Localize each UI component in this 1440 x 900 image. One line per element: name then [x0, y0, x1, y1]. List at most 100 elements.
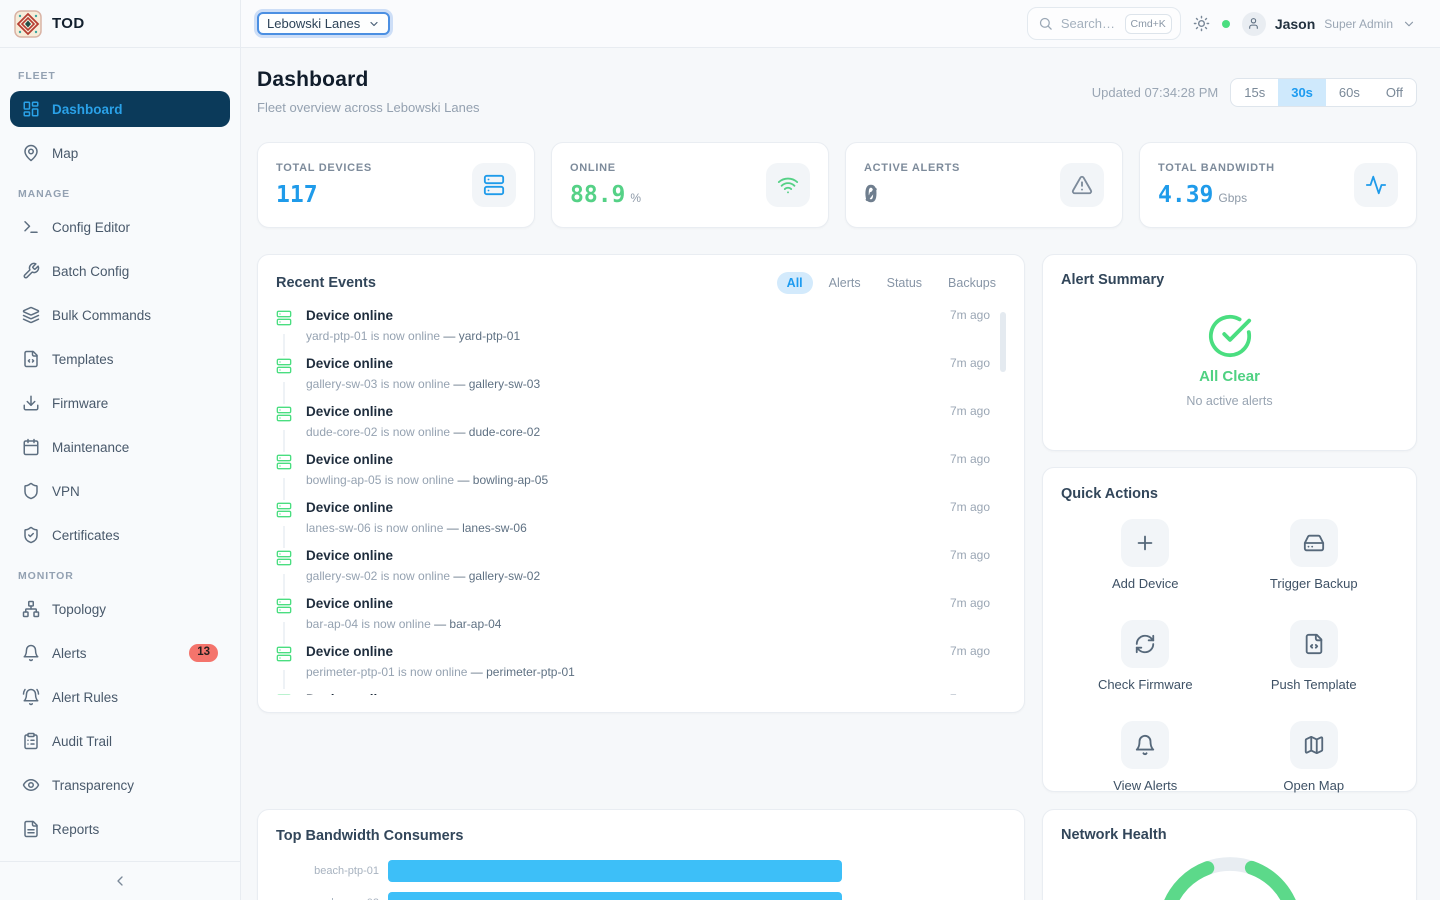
- event-list-item[interactable]: Device online gallery-sw-02 is now onlin…: [276, 548, 1006, 596]
- event-description: bar-ap-04 is now online: [306, 617, 431, 631]
- bandwidth-consumers-card: Top Bandwidth Consumers beach-ptp-01 bar…: [257, 809, 1025, 900]
- brand: TOD: [0, 0, 240, 48]
- view-alerts-button[interactable]: View Alerts: [1061, 721, 1230, 793]
- interval-15s-button[interactable]: 15s: [1231, 79, 1278, 106]
- bandwidth-bar: [388, 892, 842, 900]
- event-list-item[interactable]: Device online yard-ptp-01 is now online …: [276, 308, 1006, 356]
- alert-status-text: All Clear: [1199, 368, 1260, 385]
- event-list-item[interactable]: Device online dude-core-02 is now online…: [276, 404, 1006, 452]
- file-code-icon: [22, 350, 40, 368]
- sidebar-collapse-button[interactable]: [0, 861, 240, 900]
- tab-status[interactable]: Status: [877, 272, 932, 294]
- device-server-icon: [276, 500, 292, 526]
- sidebar-item-label: Reports: [52, 822, 99, 837]
- sidebar-item-dashboard[interactable]: Dashboard: [10, 91, 230, 127]
- event-time: 7m ago: [950, 644, 990, 692]
- search-input[interactable]: Search… Cmd+K: [1027, 7, 1181, 40]
- stat-value: 117: [276, 182, 318, 208]
- event-list-item[interactable]: Device online bar-ap-04 is now online — …: [276, 596, 1006, 644]
- shield-check-icon: [22, 526, 40, 544]
- event-list-item[interactable]: Device online lanes-sw-06 is now online …: [276, 500, 1006, 548]
- interval-off-button[interactable]: Off: [1373, 79, 1416, 106]
- sidebar-item-config-editor[interactable]: Config Editor: [10, 209, 230, 245]
- event-title: Device online: [306, 356, 938, 373]
- alert-summary-card: Alert Summary All Clear No active alerts: [1042, 254, 1417, 451]
- file-code-icon: [1290, 620, 1338, 668]
- event-time: 7m ago: [950, 452, 990, 500]
- stat-card-total-devices: TOTAL DEVICES 117: [257, 142, 535, 228]
- shield-icon: [22, 482, 40, 500]
- network-health-card: Network Health 89: [1042, 809, 1417, 900]
- sidebar-item-templates[interactable]: Templates: [10, 341, 230, 377]
- sidebar: TOD FLEET Dashboard Map MANAGE Config Ed…: [0, 0, 241, 900]
- alert-triangle-icon: [1060, 163, 1104, 207]
- org-selector[interactable]: Lebowski Lanes: [257, 12, 390, 35]
- user-name: Jason: [1275, 16, 1315, 32]
- stat-value: 88.9: [570, 182, 625, 208]
- user-avatar-icon: [1242, 12, 1266, 36]
- event-device: — bowling-ap-05: [457, 473, 548, 487]
- download-icon: [22, 394, 40, 412]
- event-title: Device online: [306, 644, 938, 661]
- sidebar-item-label: Topology: [52, 602, 106, 617]
- dashboard-content: Dashboard Fleet overview across Lebowski…: [241, 48, 1440, 900]
- events-scrollbar[interactable]: [1000, 312, 1006, 372]
- sidebar-item-topology[interactable]: Topology: [10, 591, 230, 627]
- sidebar-item-firmware[interactable]: Firmware: [10, 385, 230, 421]
- event-list-item[interactable]: Device online 7m ago: [276, 692, 1006, 695]
- nav-section-manage: MANAGE: [18, 188, 222, 200]
- network-health-title: Network Health: [1061, 827, 1167, 843]
- right-column: Alert Summary All Clear No active alerts…: [1042, 254, 1417, 792]
- sidebar-item-reports[interactable]: Reports: [10, 811, 230, 847]
- sidebar-item-certificates[interactable]: Certificates: [10, 517, 230, 553]
- event-device: — bar-ap-04: [434, 617, 501, 631]
- interval-60s-button[interactable]: 60s: [1326, 79, 1373, 106]
- sidebar-item-label: Transparency: [52, 778, 134, 793]
- eye-icon: [22, 776, 40, 794]
- action-label: View Alerts: [1113, 778, 1177, 793]
- device-server-icon: [276, 548, 292, 574]
- event-list-item[interactable]: Device online gallery-sw-03 is now onlin…: [276, 356, 1006, 404]
- sidebar-item-label: Maintenance: [52, 440, 129, 455]
- theme-toggle-button[interactable]: [1193, 15, 1210, 32]
- stat-unit: Gbps: [1218, 191, 1247, 205]
- sidebar-item-maintenance[interactable]: Maintenance: [10, 429, 230, 465]
- events-list: Device online yard-ptp-01 is now online …: [276, 308, 1006, 695]
- sidebar-item-alerts[interactable]: Alerts 13: [10, 635, 230, 671]
- sidebar-item-map[interactable]: Map: [10, 135, 230, 171]
- event-description: yard-ptp-01 is now online: [306, 329, 440, 343]
- device-server-icon: [276, 692, 292, 695]
- hard-drive-icon: [1290, 519, 1338, 567]
- open-map-button[interactable]: Open Map: [1230, 721, 1399, 793]
- sidebar-item-bulk-commands[interactable]: Bulk Commands: [10, 297, 230, 333]
- tab-all[interactable]: All: [777, 272, 813, 294]
- user-menu[interactable]: Jason Super Admin: [1242, 12, 1416, 36]
- sidebar-item-label: Map: [52, 146, 78, 161]
- event-time: 7m ago: [950, 500, 990, 548]
- tab-backups[interactable]: Backups: [938, 272, 1006, 294]
- add-device-button[interactable]: Add Device: [1061, 519, 1230, 591]
- sidebar-item-transparency[interactable]: Transparency: [10, 767, 230, 803]
- event-list-item[interactable]: Device online bowling-ap-05 is now onlin…: [276, 452, 1006, 500]
- plus-icon: [1121, 519, 1169, 567]
- bell-ring-icon: [22, 688, 40, 706]
- sidebar-item-audit-trail[interactable]: Audit Trail: [10, 723, 230, 759]
- trigger-backup-button[interactable]: Trigger Backup: [1230, 519, 1399, 591]
- event-device: — perimeter-ptp-01: [471, 665, 575, 679]
- check-firmware-button[interactable]: Check Firmware: [1061, 620, 1230, 692]
- chevron-down-icon: [368, 18, 380, 30]
- push-template-button[interactable]: Push Template: [1230, 620, 1399, 692]
- sidebar-item-alert-rules[interactable]: Alert Rules: [10, 679, 230, 715]
- event-title: Device online: [306, 692, 938, 695]
- brand-logo-icon: [14, 10, 42, 38]
- bar-label: beach-ptp-01: [276, 865, 388, 877]
- sidebar-item-batch-config[interactable]: Batch Config: [10, 253, 230, 289]
- tab-alerts[interactable]: Alerts: [819, 272, 871, 294]
- stat-label: TOTAL BANDWIDTH: [1158, 162, 1275, 174]
- sidebar-item-vpn[interactable]: VPN: [10, 473, 230, 509]
- event-time: 7m ago: [950, 692, 990, 695]
- event-list-item[interactable]: Device online perimeter-ptp-01 is now on…: [276, 644, 1006, 692]
- sidebar-item-label: Alert Rules: [52, 690, 118, 705]
- device-server-icon: [276, 308, 292, 334]
- interval-30s-button[interactable]: 30s: [1278, 79, 1326, 106]
